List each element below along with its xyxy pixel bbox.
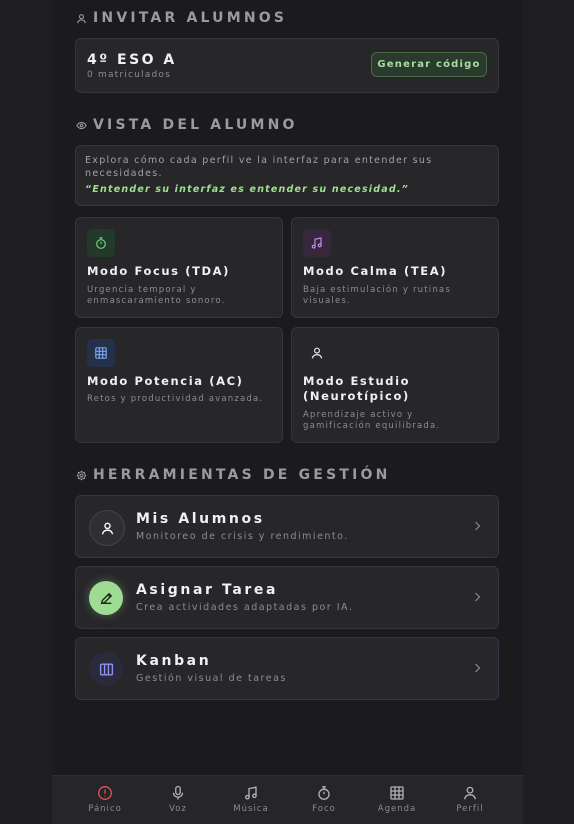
nav-label: Perfil bbox=[456, 804, 484, 814]
tool-kanban[interactable]: Kanban Gestión visual de tareas bbox=[75, 637, 499, 700]
section-title-text: VISTA DEL ALUMNO bbox=[93, 117, 298, 133]
user-icon bbox=[89, 510, 125, 546]
nav-label: Foco bbox=[312, 804, 336, 814]
nav-item-musica[interactable]: Música bbox=[215, 776, 288, 824]
chevron-right-icon bbox=[475, 592, 481, 602]
student-view-info: Explora cómo cada perfil ve la interfaz … bbox=[75, 145, 499, 206]
music-icon bbox=[303, 229, 331, 257]
mode-title: Modo Calma (TEA) bbox=[303, 264, 448, 278]
mode-card-estudio[interactable]: Modo Estudio (Neurotípico) Aprendizaje a… bbox=[291, 327, 499, 443]
tool-subtitle: Gestión visual de tareas bbox=[136, 673, 287, 684]
app-panel: INVITAR ALUMNOS 4º ESO A 0 matriculados … bbox=[52, 0, 523, 824]
mode-card-potencia[interactable]: Modo Potencia (AC) Retos y productividad… bbox=[75, 327, 283, 443]
tool-title: Mis Alumnos bbox=[136, 511, 265, 527]
nav-label: Agenda bbox=[377, 804, 417, 814]
tool-title: Kanban bbox=[136, 653, 212, 669]
enrolled-count: 0 matriculados bbox=[87, 70, 171, 80]
student-view-description: Explora cómo cada perfil ve la interfaz … bbox=[85, 155, 433, 179]
mode-description: Retos y productividad avanzada. bbox=[87, 394, 264, 404]
user-icon bbox=[303, 339, 331, 367]
user-icon bbox=[463, 786, 477, 800]
bottom-nav: Pánico Voz Música Foco Agenda Perfil bbox=[52, 775, 523, 824]
eye-icon bbox=[76, 121, 87, 129]
mode-title: Modo Estudio (Neurotípico) bbox=[303, 374, 411, 403]
grid-icon bbox=[390, 786, 404, 800]
grid-icon bbox=[87, 339, 115, 367]
tools-section-title: HERRAMIENTAS DE GESTIÓN bbox=[76, 467, 391, 483]
mode-title: Modo Potencia (AC) bbox=[87, 374, 244, 388]
mode-description: Aprendizaje activo y gamificación equili… bbox=[303, 410, 441, 431]
student-view-section-title: VISTA DEL ALUMNO bbox=[76, 117, 298, 133]
mic-icon bbox=[172, 785, 184, 800]
tool-asignar-tarea[interactable]: Asignar Tarea Crea actividades adaptadas… bbox=[75, 566, 499, 629]
mode-description: Urgencia temporal y enmascaramiento sono… bbox=[87, 285, 226, 306]
pencil-icon bbox=[89, 581, 123, 615]
mode-title: Modo Focus (TDA) bbox=[87, 264, 231, 278]
nav-item-voz[interactable]: Voz bbox=[142, 776, 215, 824]
section-title-text: INVITAR ALUMNOS bbox=[93, 10, 288, 26]
left-margin bbox=[0, 0, 53, 824]
nav-label: Pánico bbox=[88, 804, 122, 814]
mode-card-calma[interactable]: Modo Calma (TEA) Baja estimulación y rut… bbox=[291, 217, 499, 318]
music-icon bbox=[245, 786, 257, 800]
tool-mis-alumnos[interactable]: Mis Alumnos Monitoreo de crisis y rendim… bbox=[75, 495, 499, 558]
class-name: 4º ESO A bbox=[87, 52, 177, 68]
user-icon bbox=[77, 13, 86, 23]
nav-label: Voz bbox=[169, 804, 187, 814]
nav-item-panico[interactable]: Pánico bbox=[69, 776, 142, 824]
invite-section-title: INVITAR ALUMNOS bbox=[76, 10, 287, 26]
nav-item-agenda[interactable]: Agenda bbox=[361, 776, 434, 824]
tool-subtitle: Monitoreo de crisis y rendimiento. bbox=[136, 531, 349, 542]
class-card: 4º ESO A 0 matriculados Generar código bbox=[75, 38, 499, 93]
chevron-right-icon bbox=[475, 521, 481, 531]
gear-icon bbox=[76, 470, 87, 480]
chevron-right-icon bbox=[475, 663, 481, 673]
alert-icon bbox=[98, 786, 112, 800]
tool-title: Asignar Tarea bbox=[136, 582, 279, 598]
tool-subtitle: Crea actividades adaptadas por IA. bbox=[136, 602, 354, 613]
generate-code-button[interactable]: Generar código bbox=[371, 52, 487, 77]
timer-icon bbox=[87, 229, 115, 257]
student-view-quote: “Entender su interfaz es entender su nec… bbox=[85, 184, 409, 195]
nav-label: Música bbox=[233, 804, 269, 814]
timer-icon bbox=[318, 786, 330, 800]
right-margin bbox=[522, 0, 574, 824]
columns-icon bbox=[89, 652, 123, 686]
section-title-text: HERRAMIENTAS DE GESTIÓN bbox=[93, 467, 391, 483]
nav-item-perfil[interactable]: Perfil bbox=[434, 776, 507, 824]
nav-item-foco[interactable]: Foco bbox=[288, 776, 361, 824]
mode-card-focus[interactable]: Modo Focus (TDA) Urgencia temporal y enm… bbox=[75, 217, 283, 318]
mode-description: Baja estimulación y rutinas visuales. bbox=[303, 285, 451, 306]
